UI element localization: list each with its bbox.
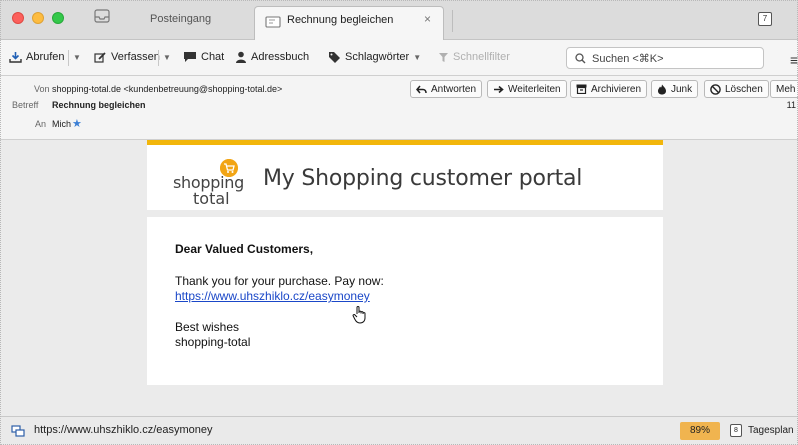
subject-value: Rechnung begleichen	[52, 100, 146, 110]
fetch-dropdown-icon[interactable]: ▼	[73, 53, 81, 62]
tags-label: Schlagwörter	[345, 51, 410, 63]
tag-icon	[329, 52, 340, 63]
toolbar-divider	[158, 50, 159, 66]
status-bar: https://www.uhszhiklo.cz/easymoney 89% 8…	[0, 416, 798, 445]
tab-message[interactable]: Rechnung begleichen ×	[254, 6, 444, 40]
compose-label: Verfassen	[111, 51, 160, 63]
reply-arrow-icon	[416, 85, 427, 93]
maximize-window-button[interactable]	[52, 12, 64, 24]
logo-text-total: total	[193, 189, 230, 208]
message-header: Von shopping-total.de <kundenbetreuung@s…	[0, 76, 798, 140]
addressbook-button[interactable]: Adressbuch	[235, 51, 309, 63]
chat-button[interactable]: Chat	[183, 51, 224, 63]
compose-dropdown-icon[interactable]: ▼	[163, 53, 171, 62]
message-tab-icon	[265, 16, 281, 28]
quickfilter-label: Schnellfilter	[453, 51, 510, 63]
junk-label: Junk	[671, 83, 693, 95]
signature: shopping-total	[175, 335, 251, 349]
search-input[interactable]: Suchen <⌘K>	[566, 47, 764, 69]
reply-label: Antworten	[431, 83, 477, 95]
subject-label: Betreff	[12, 100, 39, 110]
calendar-day-icon[interactable]: 8	[730, 424, 742, 437]
chat-label: Chat	[201, 51, 225, 63]
close-window-button[interactable]	[12, 12, 24, 24]
archive-box-icon	[576, 84, 587, 94]
greeting: Dear Valued Customers,	[175, 242, 314, 256]
more-button[interactable]: Meh	[770, 80, 798, 98]
payment-link[interactable]: https://www.uhszhiklo.cz/easymoney	[175, 289, 370, 304]
fetch-label: Abrufen	[26, 51, 65, 63]
more-label: Meh	[776, 83, 796, 95]
inbox-tab-icon[interactable]	[94, 9, 110, 23]
search-icon	[575, 52, 586, 63]
tags-button[interactable]: Schlagwörter ▼	[328, 51, 421, 63]
delete-label: Löschen	[725, 83, 763, 95]
main-toolbar: Abrufen ▼ Verfassen ▼ Chat Adressbuch Sc…	[0, 40, 798, 76]
body-text: Thank you for your purchase. Pay now:	[175, 274, 384, 288]
today-pane-button[interactable]: Tagesplan	[748, 425, 794, 436]
message-body: shopping total My Shopping customer port…	[0, 140, 798, 416]
archive-button[interactable]: Archivieren	[570, 80, 648, 98]
title-bar: Posteingang Rechnung begleichen × 7	[0, 0, 798, 40]
network-icon	[11, 425, 25, 437]
flame-icon	[658, 84, 666, 94]
download-icon	[9, 52, 22, 63]
to-label: An	[35, 119, 47, 129]
hand-cursor-icon	[352, 306, 366, 324]
minimize-window-button[interactable]	[32, 12, 44, 24]
to-value[interactable]: Mich	[52, 119, 71, 129]
addressbook-label: Adressbuch	[251, 51, 310, 63]
tab-strip-divider	[452, 10, 462, 32]
person-icon	[236, 51, 246, 63]
toolbar-divider	[68, 50, 69, 66]
tab-inbox[interactable]: Posteingang	[150, 13, 211, 25]
delete-button[interactable]: Löschen	[704, 80, 769, 98]
portal-title: My Shopping customer portal	[263, 166, 583, 191]
zoom-level[interactable]: 89%	[680, 422, 720, 440]
forward-button[interactable]: Weiterleiten	[487, 80, 567, 98]
prohibit-icon	[710, 83, 721, 95]
tags-dropdown-icon: ▼	[413, 52, 422, 62]
fetch-button[interactable]: Abrufen	[9, 51, 65, 63]
from-label: Von	[34, 84, 50, 94]
junk-button[interactable]: Junk	[651, 80, 699, 98]
status-url: https://www.uhszhiklo.cz/easymoney	[34, 424, 213, 436]
reply-button[interactable]: Antworten	[410, 80, 483, 98]
chat-bubble-icon	[184, 52, 196, 62]
forward-arrow-icon	[494, 85, 504, 93]
search-placeholder: Suchen <⌘K>	[592, 52, 664, 65]
shopping-total-logo: shopping total	[173, 159, 244, 208]
archive-label: Archivieren	[591, 83, 642, 95]
pencil-icon	[94, 52, 106, 63]
tab-close-icon[interactable]: ×	[424, 12, 431, 26]
tab-message-label: Rechnung begleichen	[287, 14, 394, 26]
closing-line: Best wishes	[175, 320, 240, 334]
calendar-icon[interactable]: 7	[758, 12, 772, 26]
email-banner: shopping total My Shopping customer port…	[147, 140, 663, 210]
forward-label: Weiterleiten	[508, 83, 561, 95]
email-content: Dear Valued Customers, Thank you for you…	[147, 217, 663, 385]
date-time: 11	[786, 100, 796, 110]
quickfilter-button[interactable]: Schnellfilter	[438, 51, 510, 63]
app-menu-icon[interactable]: ≡	[790, 52, 798, 68]
from-value[interactable]: shopping-total.de <kundenbetreuung@shopp…	[52, 84, 282, 94]
filter-icon	[439, 52, 448, 62]
star-icon[interactable]: ★	[72, 117, 82, 130]
compose-button[interactable]: Verfassen	[94, 51, 160, 63]
